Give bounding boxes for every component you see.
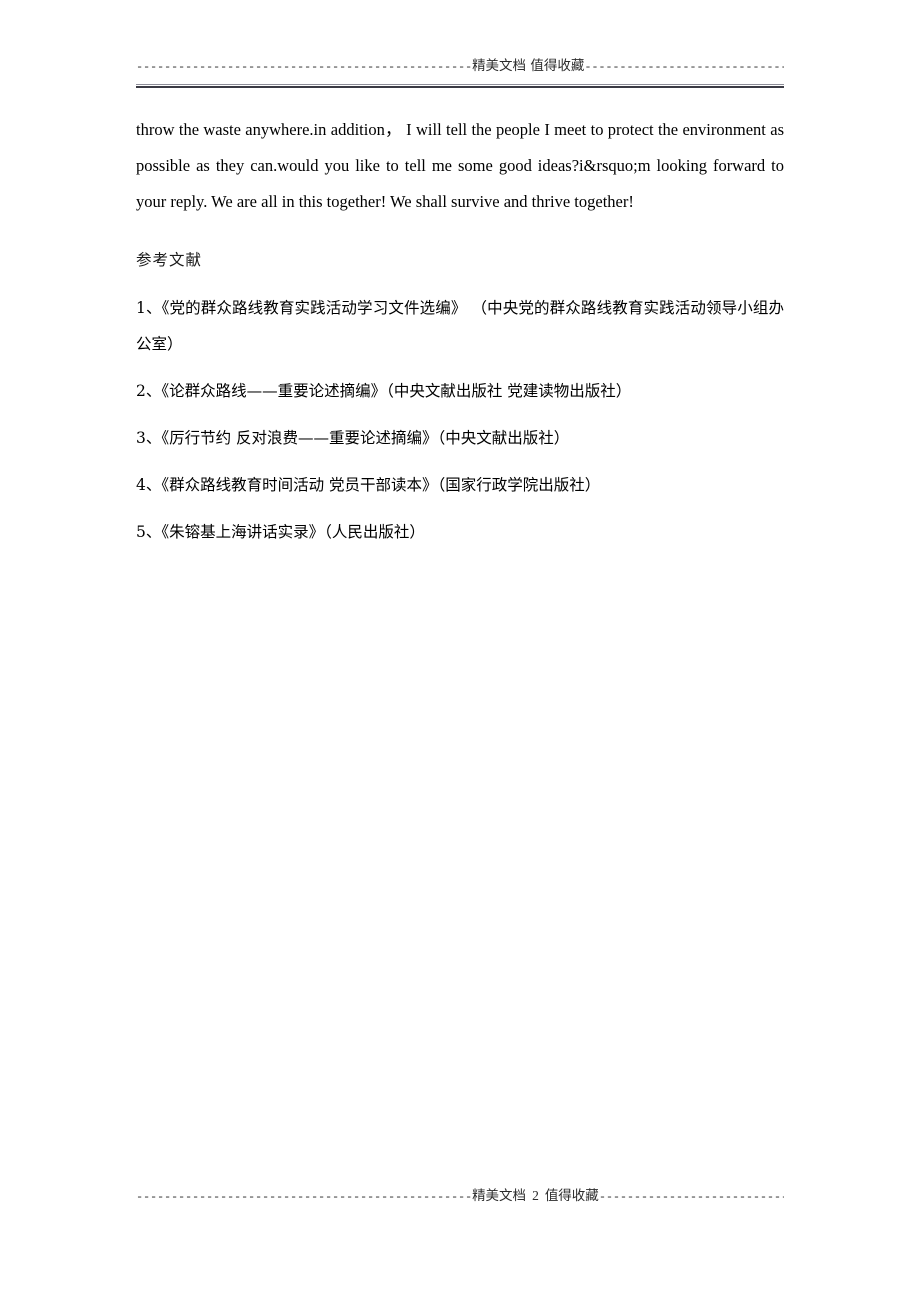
header-rule-thick: [136, 86, 784, 88]
list-item: 1、《党的群众路线教育实践活动学习文件选编》 （中央党的群众路线教育实践活动领导…: [136, 299, 784, 353]
document-page: ----------------------------------------…: [0, 0, 920, 1302]
footer-title-left: 精美文档: [472, 1188, 527, 1204]
page-footer: ----------------------------------------…: [136, 1188, 784, 1205]
page-header: ----------------------------------------…: [136, 58, 784, 75]
header-title: 精美文档 值得收藏: [472, 58, 585, 74]
header-dashes-right: ----------------------------------------…: [584, 60, 784, 74]
header-double-rule: [136, 84, 784, 88]
page-number: 2: [532, 1188, 539, 1203]
references-heading: 参考文献: [136, 251, 203, 269]
footer-dashes-right: ----------------------------------------…: [598, 1190, 784, 1204]
footer-dashes-left: ----------------------------------------…: [136, 1190, 473, 1204]
header-dashes-left: ----------------------------------------…: [136, 60, 473, 74]
footer-decorated-title: ----------------------------------------…: [136, 1188, 784, 1205]
document-body: throw the waste anywhere.in addition， I …: [136, 112, 784, 550]
list-item: 3、《厉行节约 反对浪费——重要论述摘编》（中央文献出版社）: [136, 429, 570, 447]
english-paragraph: throw the waste anywhere.in addition， I …: [136, 120, 784, 211]
header-decorated-title: ----------------------------------------…: [136, 58, 784, 75]
list-item: 5、《朱镕基上海讲话实录》（人民出版社）: [136, 523, 425, 541]
list-item: 2、《论群众路线——重要论述摘编》（中央文献出版社 党建读物出版社）: [136, 382, 632, 400]
list-item: 4、《群众路线教育时间活动 党员干部读本》（国家行政学院出版社）: [136, 476, 601, 494]
footer-title-right: 值得收藏: [544, 1188, 599, 1204]
references-list: 1、《党的群众路线教育实践活动学习文件选编》 （中央党的群众路线教育实践活动领导…: [136, 290, 784, 550]
